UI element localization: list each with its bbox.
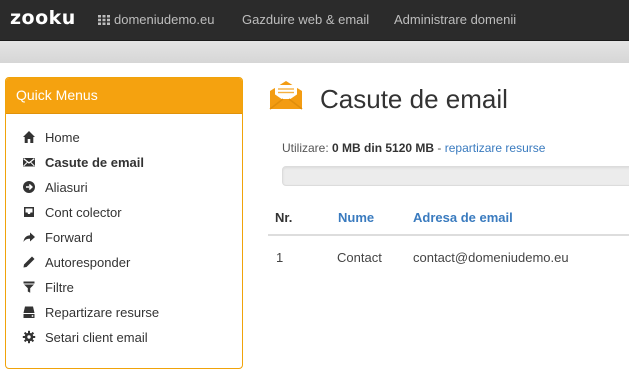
sidebar-item-label: Autoresponder (45, 255, 131, 270)
arrow-circle-icon (23, 181, 35, 193)
sidebar-item-label: Forward (45, 230, 93, 245)
sidebar-item-label: Cont colector (45, 205, 122, 220)
table-header-nume[interactable]: Nume (338, 210, 374, 225)
grid-icon (98, 15, 110, 25)
sidebar-item-label: Aliasuri (45, 180, 88, 195)
sidebar-item-label: Casute de email (45, 155, 144, 170)
usage-prefix: Utilizare: (282, 141, 329, 155)
usage-line: Utilizare: 0 MB din 5120 MB - repartizar… (282, 141, 545, 155)
sidebar-item-label: Home (45, 130, 80, 145)
open-envelope-icon (269, 81, 303, 110)
forward-arrow-icon (23, 232, 35, 242)
nav-administrare-domenii[interactable]: Administrare domenii (394, 12, 516, 27)
envelope-icon (23, 158, 35, 167)
table-header-nr: Nr. (275, 210, 293, 225)
nav-gazduire[interactable]: Gazduire web & email (242, 12, 369, 27)
nav-domain-label: domeniudemo.eu (114, 12, 215, 27)
usage-separator: - (434, 141, 445, 155)
nav-domain-selector[interactable]: domeniudemo.eu (98, 12, 214, 27)
top-navbar: zooku domeniudemo.eu Gazduire web & emai… (0, 0, 629, 41)
table-cell-nume[interactable]: Contact (337, 250, 382, 265)
filter-icon (23, 281, 35, 293)
page-title: Casute de email (320, 84, 508, 114)
sidebar-item-label: Filtre (45, 280, 74, 295)
table-cell-nr: 1 (276, 250, 284, 265)
inbox-icon (24, 207, 34, 217)
repartizare-resurse-link[interactable]: repartizare resurse (445, 141, 546, 155)
home-icon (23, 131, 35, 143)
zooku-logo[interactable]: zooku (10, 7, 76, 29)
header-band (0, 41, 629, 63)
pencil-icon (23, 256, 35, 268)
usage-progress-bar (282, 166, 629, 186)
sidebar-item-label: Setari client email (45, 330, 148, 345)
table-cell-email[interactable]: contact@domeniudemo.eu (413, 250, 569, 265)
drive-icon (23, 306, 35, 318)
usage-value: 0 MB din 5120 MB (332, 141, 435, 155)
quick-menus-panel: Quick Menus Home Casute de email Aliasur… (5, 77, 243, 369)
table-header-adresa[interactable]: Adresa de email (413, 210, 513, 225)
panel-title: Quick Menus (6, 78, 242, 114)
gear-icon (22, 330, 36, 344)
table-header-divider (268, 234, 629, 236)
sidebar-item-label: Repartizare resurse (45, 305, 160, 320)
